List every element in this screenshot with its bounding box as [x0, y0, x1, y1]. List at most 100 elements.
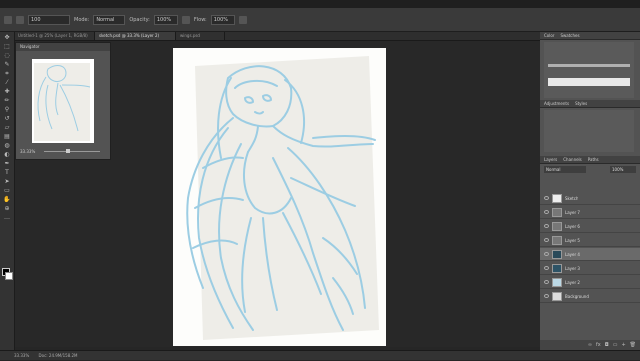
- layer-row[interactable]: Background: [540, 290, 640, 303]
- status-bar: 33.33% Doc: 24.9M/158.2M: [0, 350, 640, 360]
- opacity-label: Opacity:: [129, 16, 150, 23]
- layer-row[interactable]: Layer 2: [540, 276, 640, 289]
- right-panels: Color Swatches Adjustments Styles Layers…: [540, 32, 640, 350]
- quick-select-tool-icon[interactable]: ✎: [3, 61, 11, 68]
- layer-opacity-field[interactable]: 100%: [610, 166, 636, 173]
- airbrush-icon[interactable]: [238, 15, 247, 24]
- flow-field[interactable]: 100%: [210, 14, 235, 25]
- brush-preset-icon[interactable]: [16, 15, 24, 24]
- blur-tool-icon[interactable]: ◍: [3, 142, 11, 149]
- navigator-title: Navigator: [16, 43, 110, 51]
- layer-row[interactable]: Layer 3: [540, 262, 640, 275]
- history-brush-tool-icon[interactable]: ↺: [3, 115, 11, 122]
- document-tabs: Untitled-1 @ 25% (Layer 1, RGB/8) sketch…: [14, 32, 540, 41]
- layer-row[interactable]: Layer 5: [540, 234, 640, 247]
- mode-label: Mode:: [74, 16, 90, 23]
- healing-tool-icon[interactable]: ✚: [3, 88, 11, 95]
- pressure-opacity-icon[interactable]: [181, 15, 190, 24]
- blend-mode-select[interactable]: Normal: [544, 166, 586, 173]
- tab-channels[interactable]: Channels: [563, 156, 582, 163]
- move-tool-icon[interactable]: ✥: [3, 34, 11, 41]
- navigator-thumbnail[interactable]: [32, 59, 94, 143]
- layer-thumbnail: [552, 249, 562, 259]
- layer-row[interactable]: Layer 4: [540, 248, 640, 261]
- eye-icon[interactable]: [544, 238, 549, 242]
- layer-actions-bar: ∞ fx ◘ ▭ + 🗑: [540, 340, 640, 350]
- eye-icon[interactable]: [544, 210, 549, 214]
- adjustments-panel: [544, 110, 634, 152]
- brush-size-field[interactable]: 100: [28, 14, 70, 25]
- shape-tool-icon[interactable]: ▭: [3, 187, 11, 194]
- path-select-tool-icon[interactable]: ➤: [3, 178, 11, 185]
- color-slider[interactable]: [548, 64, 630, 67]
- swatch-row[interactable]: [548, 78, 630, 86]
- menu-bar[interactable]: [0, 0, 640, 8]
- eye-icon[interactable]: [544, 252, 549, 256]
- eye-icon[interactable]: [544, 196, 549, 200]
- opacity-field[interactable]: 100%: [153, 14, 178, 25]
- gradient-tool-icon[interactable]: ▤: [3, 133, 11, 140]
- zoom-value[interactable]: 33.33%: [20, 149, 35, 154]
- layer-thumbnail: [552, 235, 562, 245]
- new-group-icon[interactable]: ▭: [613, 342, 618, 348]
- tab-layers[interactable]: Layers: [544, 156, 557, 163]
- layer-name: Layer 3: [565, 265, 580, 271]
- more-tools-icon[interactable]: …: [3, 214, 11, 221]
- delete-layer-icon[interactable]: 🗑: [630, 342, 636, 348]
- eye-icon[interactable]: [544, 294, 549, 298]
- layer-name: Layer 7: [565, 209, 580, 215]
- clone-stamp-tool-icon[interactable]: ⚲: [3, 106, 11, 113]
- background-color-swatch[interactable]: [5, 272, 13, 280]
- layer-row[interactable]: Layer 7: [540, 206, 640, 219]
- zoom-handle[interactable]: [66, 149, 70, 153]
- navigator-zoom-slider[interactable]: 33.33%: [20, 149, 106, 154]
- layer-row[interactable]: Sketch: [540, 192, 640, 205]
- tab-styles[interactable]: Styles: [575, 100, 587, 107]
- marquee-tool-icon[interactable]: ⬚: [3, 43, 11, 50]
- layer-name: Layer 2: [565, 279, 580, 285]
- layer-name: Layer 6: [565, 223, 580, 229]
- document-canvas[interactable]: [173, 48, 386, 346]
- lasso-tool-icon[interactable]: ◌: [3, 52, 11, 59]
- status-zoom[interactable]: 33.33%: [14, 353, 29, 358]
- hand-tool-icon[interactable]: ✋: [3, 196, 11, 203]
- layer-name: Layer 5: [565, 237, 580, 243]
- crop-tool-icon[interactable]: ⌗: [3, 70, 11, 77]
- tab-paths[interactable]: Paths: [588, 156, 599, 163]
- color-panel: [544, 42, 634, 98]
- tools-panel: ✥ ⬚ ◌ ✎ ⌗ ⁄ ✚ ✏ ⚲ ↺ ▱ ▤ ◍ ◐ ✒ T ➤ ▭ ✋ ⊕ …: [0, 32, 15, 350]
- layers-panel-tabs: Layers Channels Paths: [540, 156, 640, 164]
- link-layers-icon[interactable]: ∞: [588, 342, 592, 348]
- eraser-tool-icon[interactable]: ▱: [3, 124, 11, 131]
- eyedropper-tool-icon[interactable]: ⁄: [3, 79, 11, 86]
- status-doc-size: Doc: 24.9M/158.2M: [38, 353, 78, 358]
- tab-swatches[interactable]: Swatches: [560, 32, 579, 39]
- brush-tool-icon[interactable]: ✏: [3, 97, 11, 104]
- type-tool-icon[interactable]: T: [3, 169, 11, 176]
- zoom-track[interactable]: [44, 151, 100, 152]
- new-layer-icon[interactable]: +: [621, 342, 625, 348]
- layer-row[interactable]: Layer 6: [540, 220, 640, 233]
- dodge-tool-icon[interactable]: ◐: [3, 151, 11, 158]
- tab-document[interactable]: sketch.psd @ 33.3% (Layer 2): [95, 32, 176, 40]
- tab-color[interactable]: Color: [544, 32, 554, 39]
- layers-list: Sketch Layer 7 Layer 6 Layer 5 Layer 4 L…: [540, 192, 640, 342]
- tab-document[interactable]: Untitled-1 @ 25% (Layer 1, RGB/8): [14, 32, 95, 40]
- layer-name: Layer 4: [565, 251, 580, 257]
- eye-icon[interactable]: [544, 266, 549, 270]
- layer-thumbnail: [552, 277, 562, 287]
- tab-adjustments[interactable]: Adjustments: [544, 100, 569, 107]
- eye-icon[interactable]: [544, 224, 549, 228]
- navigator-preview: [34, 63, 91, 141]
- navigator-panel: Navigator 33.33%: [15, 42, 111, 160]
- brush-tool-icon[interactable]: [4, 15, 12, 24]
- add-style-icon[interactable]: fx: [596, 342, 601, 348]
- layer-thumbnail: [552, 193, 562, 203]
- pen-tool-icon[interactable]: ✒: [3, 160, 11, 167]
- flow-label: Flow:: [193, 16, 207, 23]
- eye-icon[interactable]: [544, 280, 549, 284]
- add-mask-icon[interactable]: ◘: [605, 342, 609, 348]
- zoom-tool-icon[interactable]: ⊕: [3, 205, 11, 212]
- tab-document[interactable]: wings.psd: [176, 32, 225, 40]
- mode-select[interactable]: Normal: [93, 14, 126, 25]
